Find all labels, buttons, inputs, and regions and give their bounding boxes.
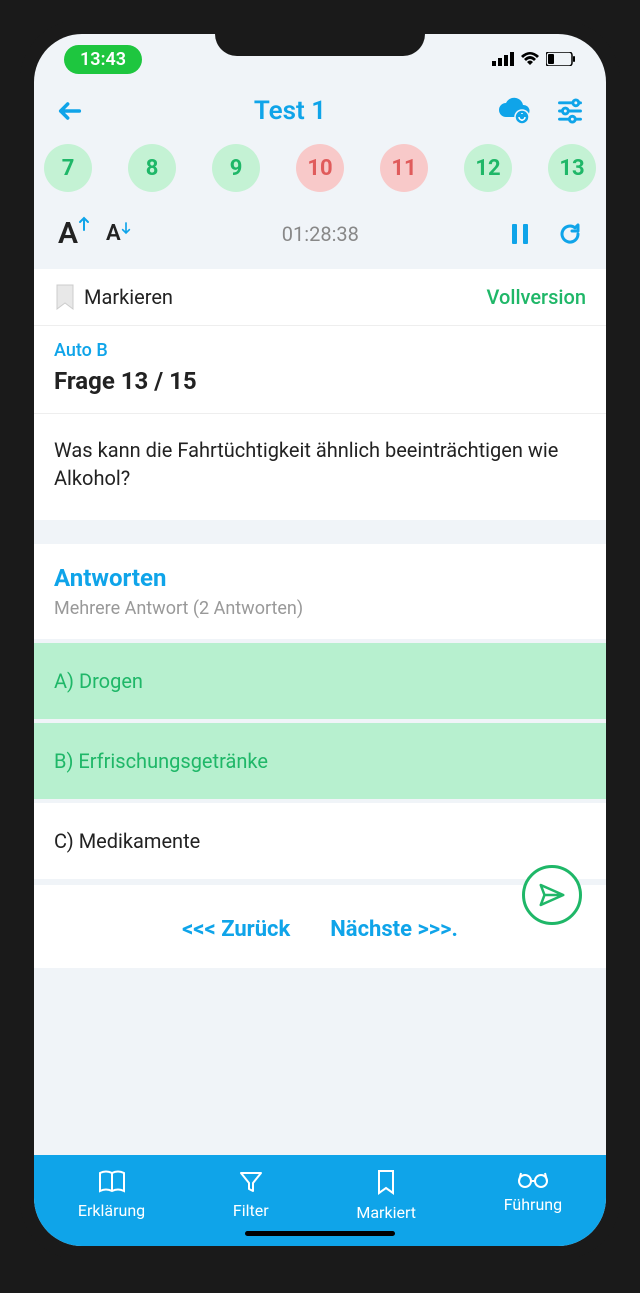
notch	[215, 20, 425, 56]
mark-row: Markieren Vollversion	[34, 269, 606, 326]
bookmark-icon[interactable]	[54, 283, 76, 311]
bottom-nav-label: Führung	[504, 1195, 562, 1214]
question-pill-8[interactable]: 8	[128, 144, 176, 192]
arrow-up-icon	[78, 216, 90, 232]
answers-subtitle: Mehrere Antwort (2 Antworten)	[34, 598, 606, 639]
category-label: Auto B	[54, 340, 586, 361]
answers-list: A) DrogenB) ErfrischungsgetränkeC) Medik…	[34, 639, 606, 879]
battery-icon	[546, 52, 576, 66]
reload-button[interactable]	[558, 222, 582, 246]
wifi-icon	[520, 52, 540, 66]
bottom-nav-label: Filter	[233, 1201, 269, 1220]
pause-icon	[510, 222, 530, 246]
bottom-nav-markiert[interactable]: Markiert	[356, 1169, 416, 1222]
phone-frame: 13:43 Test 1 789 10 11 12 13	[20, 20, 620, 1260]
question-counter: Frage 13 / 15	[54, 367, 586, 395]
bottom-nav-fuhrung[interactable]: Führung	[504, 1169, 562, 1222]
cloud-sync-button[interactable]	[496, 97, 532, 125]
reload-icon	[558, 222, 582, 246]
answers-section: Antworten Mehrere Antwort (2 Antworten)	[34, 544, 606, 639]
font-decrease-button[interactable]: A	[106, 221, 131, 246]
toolbar: A A 01:28:38	[34, 206, 606, 269]
page-title: Test 1	[84, 96, 496, 126]
next-button[interactable]: Nächste >>>.	[330, 917, 458, 942]
send-fab[interactable]	[522, 865, 582, 925]
home-indicator[interactable]	[245, 1231, 395, 1236]
answer-option-0[interactable]: A) Drogen	[34, 639, 606, 719]
mark-label[interactable]: Markieren	[84, 285, 173, 309]
arrow-left-icon	[56, 97, 84, 125]
bottom-nav-erklarung[interactable]: Erklärung	[78, 1169, 145, 1222]
fullversion-link[interactable]: Vollversion	[487, 285, 586, 309]
back-button[interactable]	[56, 97, 84, 125]
question-pill-11[interactable]: 11	[380, 144, 428, 192]
answer-option-2[interactable]: C) Medikamente	[34, 799, 606, 879]
answer-option-1[interactable]: B) Erfrischungsgetränke	[34, 719, 606, 799]
sliders-icon	[556, 97, 584, 125]
cloud-sync-icon	[496, 97, 532, 125]
glasses-icon	[516, 1169, 550, 1189]
question-pill-12[interactable]: 12	[464, 144, 512, 192]
nav-row: <<< Zurück Nächste >>>.	[34, 879, 606, 968]
status-time: 13:43	[64, 45, 142, 74]
pause-button[interactable]	[510, 222, 530, 246]
status-icons	[492, 52, 576, 66]
arrow-down-icon	[121, 221, 131, 235]
question-header: Auto B Frage 13 / 15	[34, 326, 606, 414]
font-increase-button[interactable]: A	[58, 216, 90, 251]
answers-title: Antworten	[34, 544, 606, 598]
book-icon	[97, 1169, 127, 1195]
bottom-nav-label: Erklärung	[78, 1201, 145, 1220]
bookmark-nav-icon	[375, 1169, 397, 1197]
bottom-nav-label: Markiert	[356, 1203, 416, 1222]
question-pill-9[interactable]: 9	[212, 144, 260, 192]
filter-icon	[238, 1169, 264, 1195]
question-pill-7[interactable]: 7	[44, 144, 92, 192]
settings-button[interactable]	[556, 97, 584, 125]
question-text: Was kann die Fahrtüchtigkeit ähnlich bee…	[34, 414, 606, 520]
question-pill-13[interactable]: 13	[548, 144, 596, 192]
question-pill-10[interactable]: 10	[296, 144, 344, 192]
question-pills: 789 10 11 12 13	[34, 144, 606, 206]
gap	[34, 520, 606, 544]
signal-icon	[492, 52, 514, 66]
send-icon	[537, 880, 567, 910]
header: Test 1	[34, 84, 606, 144]
timer: 01:28:38	[147, 222, 494, 246]
bottom-nav-filter[interactable]: Filter	[233, 1169, 269, 1222]
prev-button[interactable]: <<< Zurück	[182, 917, 290, 942]
phone-screen: 13:43 Test 1 789 10 11 12 13	[34, 34, 606, 1246]
